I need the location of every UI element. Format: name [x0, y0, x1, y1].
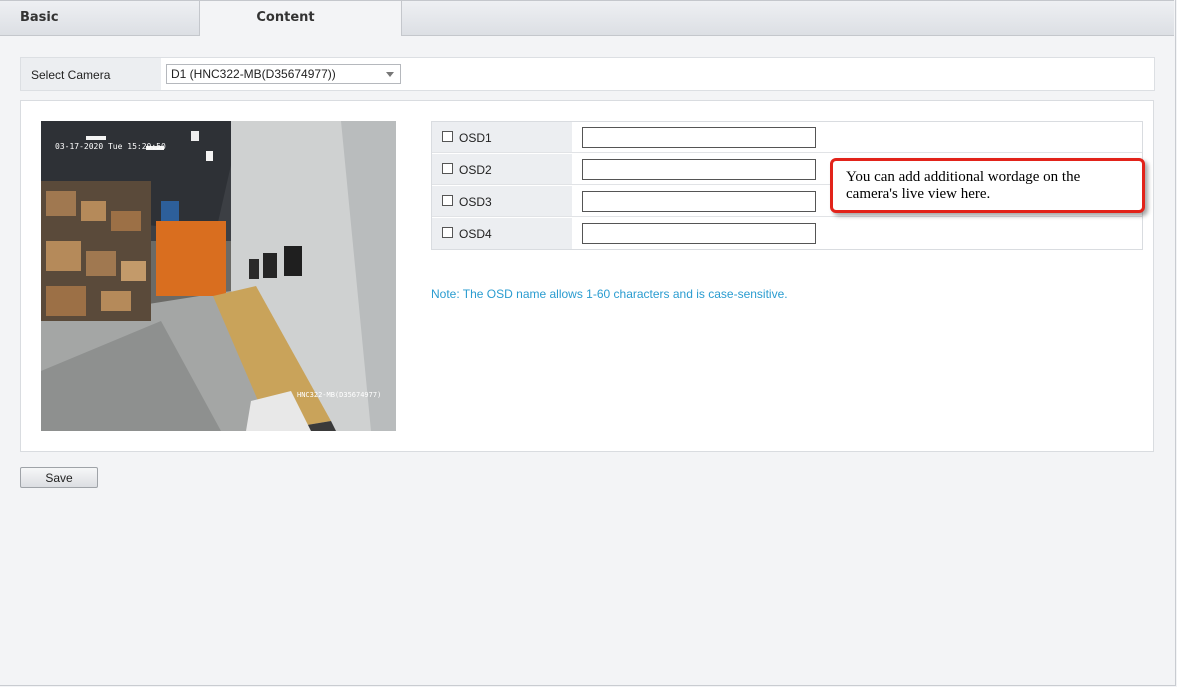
- osd4-checkbox[interactable]: [442, 227, 453, 238]
- timestamp-overlay: 03-17-2020 Tue 15:20:50: [55, 142, 166, 151]
- select-camera-label: Select Camera: [31, 68, 111, 82]
- tab-bar: Basic Content: [0, 0, 1174, 36]
- osd2-input[interactable]: [582, 159, 816, 180]
- annotation-callout: You can add additional wordage on the ca…: [830, 158, 1145, 213]
- camera-dropdown-value: D1 (HNC322-MB(D35674977)): [171, 67, 336, 81]
- osd-label-cell: OSD1: [432, 122, 572, 152]
- chevron-down-icon[interactable]: [386, 72, 394, 77]
- camera-dropdown[interactable]: D1 (HNC322-MB(D35674977)): [166, 64, 401, 84]
- camera-preview-image: 03-17-2020 Tue 15:20:50 HNC322-MB(D35674…: [41, 121, 396, 431]
- camera-name-overlay: HNC322-MB(D35674977): [297, 391, 381, 399]
- osd3-input[interactable]: [582, 191, 816, 212]
- osd2-checkbox[interactable]: [442, 163, 453, 174]
- osd-content-panel: 03-17-2020 Tue 15:20:50 HNC322-MB(D35674…: [20, 100, 1154, 452]
- camera-select-cell: D1 (HNC322-MB(D35674977)): [161, 58, 1154, 90]
- osd-label-cell: OSD3: [432, 186, 572, 216]
- osd1-checkbox[interactable]: [442, 131, 453, 142]
- save-button[interactable]: Save: [20, 467, 98, 488]
- camera-preview: 03-17-2020 Tue 15:20:50 HNC322-MB(D35674…: [41, 121, 396, 431]
- osd-row: OSD1: [432, 122, 1142, 153]
- tab-content[interactable]: Content: [200, 1, 402, 36]
- osd-label-cell: OSD4: [432, 218, 572, 249]
- osd-note: Note: The OSD name allows 1-60 character…: [431, 287, 788, 301]
- camera-select-row: Select Camera D1 (HNC322-MB(D35674977)): [20, 57, 1155, 91]
- osd-row: OSD4: [432, 218, 1142, 249]
- osd3-checkbox[interactable]: [442, 195, 453, 206]
- osd1-label: OSD1: [459, 131, 492, 145]
- osd4-label: OSD4: [459, 227, 492, 241]
- osd4-input[interactable]: [582, 223, 816, 244]
- osd3-label: OSD3: [459, 195, 492, 209]
- osd2-label: OSD2: [459, 163, 492, 177]
- tab-basic[interactable]: Basic: [0, 1, 200, 35]
- osd-label-cell: OSD2: [432, 154, 572, 184]
- osd1-input[interactable]: [582, 127, 816, 148]
